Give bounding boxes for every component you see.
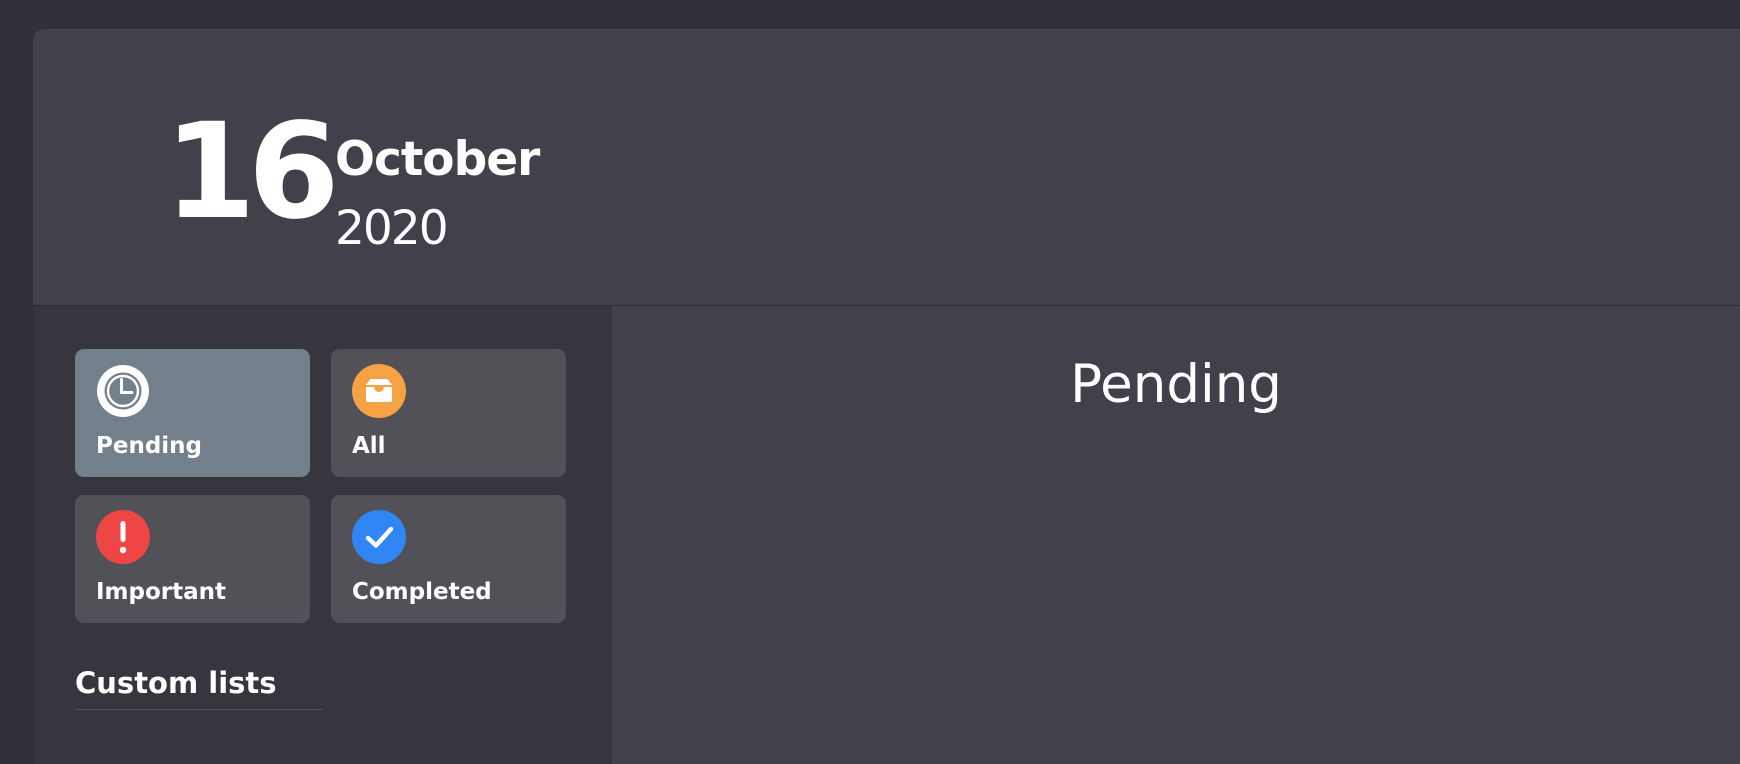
date-year: 2020 bbox=[335, 201, 449, 256]
checkmark-icon bbox=[352, 510, 406, 564]
tile-all[interactable]: All bbox=[331, 349, 566, 477]
sidebar: Pending All Important Completed Custom l… bbox=[33, 306, 612, 764]
date-day: 16 bbox=[164, 95, 340, 249]
tile-completed[interactable]: Completed bbox=[331, 495, 566, 623]
exclamation-icon bbox=[96, 510, 150, 564]
main-panel: Pending bbox=[612, 306, 1740, 764]
clock-icon bbox=[96, 364, 150, 418]
app-window: 16 October 2020 Pending All Important Co… bbox=[33, 29, 1740, 764]
tile-completed-label: Completed bbox=[352, 579, 492, 605]
main-title: Pending bbox=[1070, 354, 1282, 415]
tile-pending-label: Pending bbox=[96, 433, 203, 459]
tile-important[interactable]: Important bbox=[75, 495, 310, 623]
tile-all-label: All bbox=[352, 433, 386, 459]
date-header: 16 October 2020 bbox=[33, 29, 1740, 306]
inbox-tray-icon bbox=[352, 364, 406, 418]
custom-lists-heading: Custom lists bbox=[75, 666, 277, 700]
tile-important-label: Important bbox=[96, 579, 227, 605]
tile-pending[interactable]: Pending bbox=[75, 349, 310, 477]
custom-lists-divider bbox=[75, 709, 322, 710]
date-month: October bbox=[335, 132, 540, 187]
